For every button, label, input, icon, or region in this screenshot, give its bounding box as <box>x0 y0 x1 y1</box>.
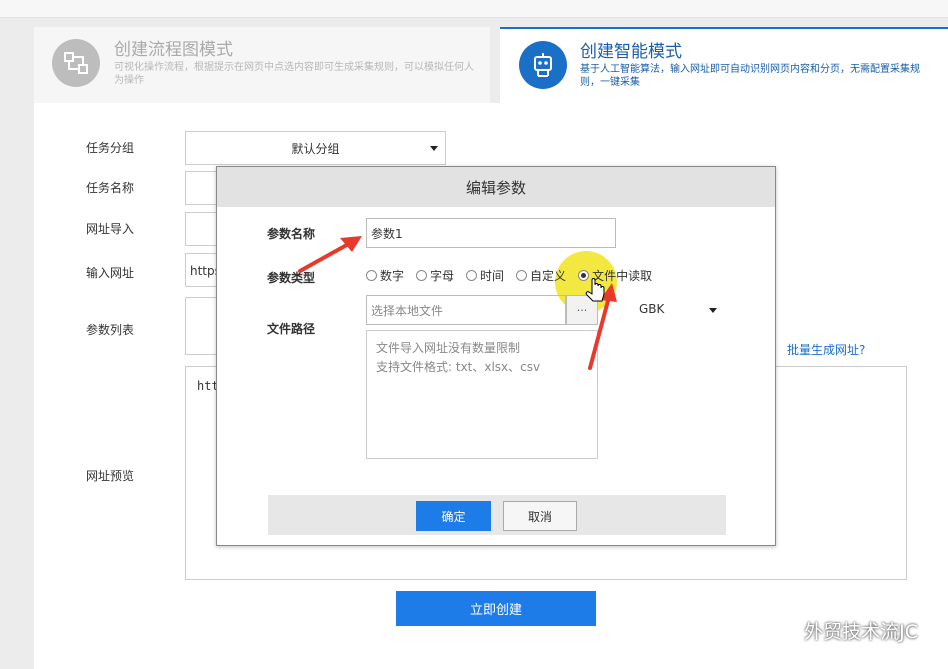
dialog-footer: 确定 取消 <box>268 495 726 535</box>
url-import-label: 网址导入 <box>86 222 135 236</box>
radio-label: 自定义 <box>530 269 567 283</box>
radio-button[interactable] <box>466 270 478 281</box>
param-type-radio-group: 数字 字母 时间 自定义 文件中读取 <box>366 267 652 284</box>
param-type-letter[interactable]: 字母 <box>416 267 454 284</box>
radio-label: 数字 <box>380 269 405 283</box>
file-hint-textarea[interactable]: 文件导入网址没有数量限制 支持文件格式: txt、xlsx、csv <box>366 330 598 459</box>
top-strip <box>0 0 948 18</box>
flowchart-mode-title: 创建流程图模式 <box>114 40 233 60</box>
param-name-input[interactable]: 参数1 <box>366 218 616 248</box>
radio-button[interactable] <box>516 270 528 281</box>
file-path-input[interactable]: 选择本地文件 <box>366 295 566 325</box>
flowchart-icon <box>52 39 100 87</box>
flowchart-mode-card[interactable]: 创建流程图模式 可视化操作流程，根据提示在网页中点选内容即可生成采集规则，可以模… <box>34 27 490 103</box>
radio-button[interactable] <box>366 270 377 281</box>
group-select[interactable]: 默认分组 <box>185 131 446 165</box>
file-path-label: 文件路径 <box>267 322 316 336</box>
param-type-custom[interactable]: 自定义 <box>516 267 566 284</box>
radio-label: 字母 <box>430 269 455 283</box>
radio-label: 文件中读取 <box>592 269 653 283</box>
batch-generate-link[interactable]: 批量生成网址? <box>787 341 865 358</box>
robot-icon <box>519 41 567 89</box>
url-preview-label: 网址预览 <box>86 469 135 483</box>
dialog-title: 编辑参数 <box>217 167 775 207</box>
param-name-label: 参数名称 <box>267 227 316 241</box>
radio-label: 时间 <box>480 269 505 283</box>
group-label: 任务分组 <box>86 141 135 155</box>
group-select-value: 默认分组 <box>291 141 340 156</box>
chevron-down-icon <box>430 146 438 151</box>
smart-mode-title: 创建智能模式 <box>580 42 682 62</box>
task-name-label: 任务名称 <box>86 181 135 195</box>
param-type-file[interactable]: 文件中读取 <box>578 267 652 284</box>
watermark: 外贸技术流JC <box>768 617 918 644</box>
smart-mode-description: 基于人工智能算法，输入网址即可自动识别网页内容和分页，无需配置采集规则，一键采集 <box>580 64 920 88</box>
watermark-text: 外贸技术流JC <box>804 621 918 643</box>
param-type-time[interactable]: 时间 <box>466 267 504 284</box>
create-now-button[interactable]: 立即创建 <box>396 591 596 626</box>
smart-mode-card[interactable]: 创建智能模式 基于人工智能算法，输入网址即可自动识别网页内容和分页，无需配置采集… <box>500 27 948 103</box>
radio-button-checked[interactable] <box>578 270 590 281</box>
browse-file-button[interactable]: ··· <box>566 295 598 325</box>
wechat-icon <box>768 619 798 641</box>
cancel-button[interactable]: 取消 <box>503 501 577 531</box>
hint-line: 支持文件格式: txt、xlsx、csv <box>376 360 541 374</box>
edit-params-dialog: 编辑参数 参数名称 参数1 参数类型 数字 字母 时间 自定义 文件中读取 文件… <box>216 166 776 546</box>
radio-button[interactable] <box>416 270 428 281</box>
confirm-button[interactable]: 确定 <box>416 501 491 531</box>
param-type-label: 参数类型 <box>267 271 316 285</box>
param-list-label: 参数列表 <box>86 323 135 337</box>
encoding-value: GBK <box>639 302 665 316</box>
param-type-number[interactable]: 数字 <box>366 267 404 284</box>
flowchart-mode-description: 可视化操作流程，根据提示在网页中点选内容即可生成采集规则，可以模拟任何人为操作 <box>114 62 474 86</box>
encoding-select[interactable]: GBK <box>639 302 717 316</box>
chevron-down-icon <box>709 308 717 313</box>
hint-line: 文件导入网址没有数量限制 <box>376 341 521 355</box>
url-input-label: 输入网址 <box>86 266 135 280</box>
